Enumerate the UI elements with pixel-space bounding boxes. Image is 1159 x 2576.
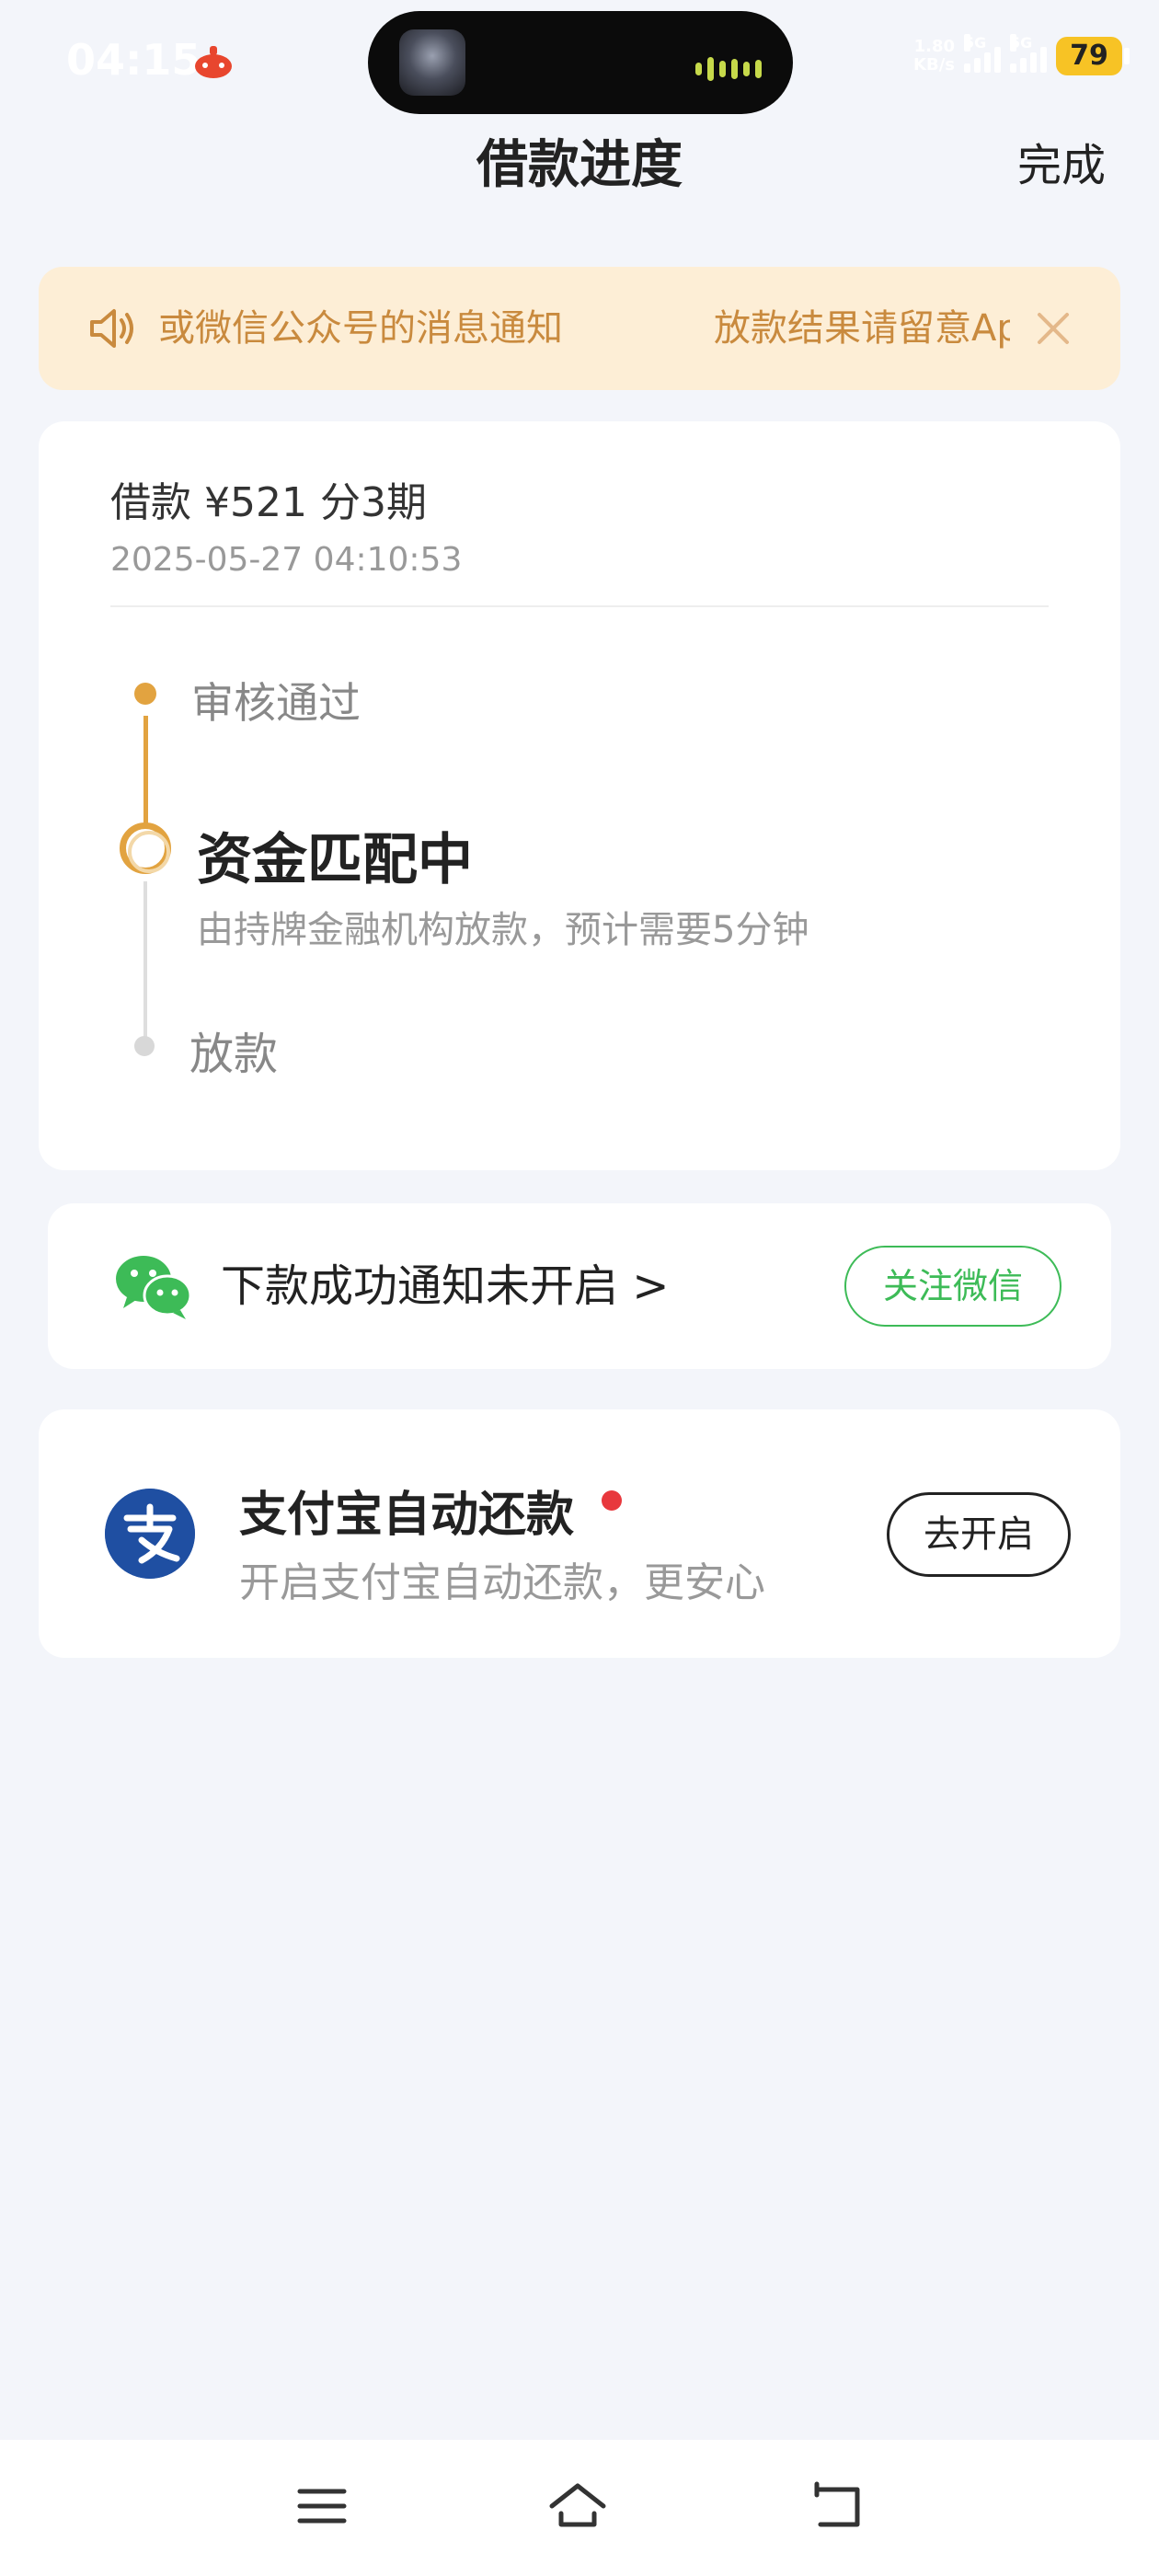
loan-summary: 借款 ¥521 分3期 [110, 479, 427, 526]
dynamic-island[interactable] [368, 11, 793, 114]
notice-text-b: 放款结果请留意App [714, 307, 1010, 350]
wechat-notify-text[interactable]: 下款成功通知未开启 > [221, 1203, 669, 1369]
timeline-dot-done [134, 683, 156, 705]
loan-progress-card: 借款 ¥521 分3期 2025-05-27 04:10:53 审核通过 资金匹… [39, 421, 1120, 1170]
system-nav-bar [0, 2440, 1159, 2576]
step-fund-matching-description: 由持牌金融机构放款，预计需要5分钟 [197, 909, 809, 951]
timeline-dot-current [120, 822, 171, 874]
page-title: 借款进度 [476, 135, 683, 195]
alipay-autopay-title: 支付宝自动还款 [239, 1488, 575, 1543]
follow-wechat-button[interactable]: 关注微信 [844, 1246, 1061, 1327]
audio-wave-icon [695, 57, 762, 81]
status-bar: 04:15 1.80 KB/s 5G 5G 79 [0, 0, 1159, 129]
notice-banner: 或微信公众号的消息通知 放款结果请留意App [39, 267, 1120, 390]
loan-datetime: 2025-05-27 04:10:53 [110, 541, 463, 579]
speaker-icon [90, 309, 133, 348]
alipay-autopay-card: 支付宝自动还款 开启支付宝自动还款，更安心 去开启 [39, 1409, 1120, 1658]
alipay-autopay-description: 开启支付宝自动还款，更安心 [239, 1559, 765, 1606]
network-speed: 1.80 KB/s [913, 37, 955, 75]
status-time: 04:15 [66, 35, 201, 85]
new-badge-dot [602, 1490, 622, 1511]
step-disbursement: 放款 [189, 1029, 279, 1080]
enable-autopay-button[interactable]: 去开启 [887, 1492, 1071, 1577]
notification-app-icon [195, 46, 232, 78]
signal-icon: 5G [964, 34, 1001, 73]
step-review-passed: 审核通过 [191, 678, 361, 728]
media-thumbnail [399, 29, 465, 96]
signal-icon: 5G [1010, 34, 1047, 73]
close-icon[interactable] [1034, 309, 1073, 348]
step-fund-matching: 资金匹配中 [197, 828, 473, 892]
back-icon[interactable] [808, 2477, 866, 2536]
status-indicators: 1.80 KB/s 5G 5G 79 [913, 34, 1130, 75]
timeline-dot-pending [134, 1036, 155, 1056]
notice-text-a: 或微信公众号的消息通知 [158, 307, 563, 350]
battery-icon: 79 [1056, 37, 1130, 75]
wechat-notify-card[interactable]: 下款成功通知未开启 > 关注微信 [48, 1203, 1111, 1369]
timeline-line-pending [143, 881, 147, 1047]
wechat-icon [116, 1256, 191, 1319]
divider [110, 605, 1049, 607]
menu-icon[interactable] [293, 2477, 351, 2536]
alipay-icon [105, 1489, 195, 1579]
home-icon[interactable] [548, 2477, 607, 2536]
done-button[interactable]: 完成 [1017, 129, 1106, 202]
page-header: 借款进度 完成 [0, 129, 1159, 202]
notice-marquee: 或微信公众号的消息通知 放款结果请留意App [158, 267, 1010, 390]
